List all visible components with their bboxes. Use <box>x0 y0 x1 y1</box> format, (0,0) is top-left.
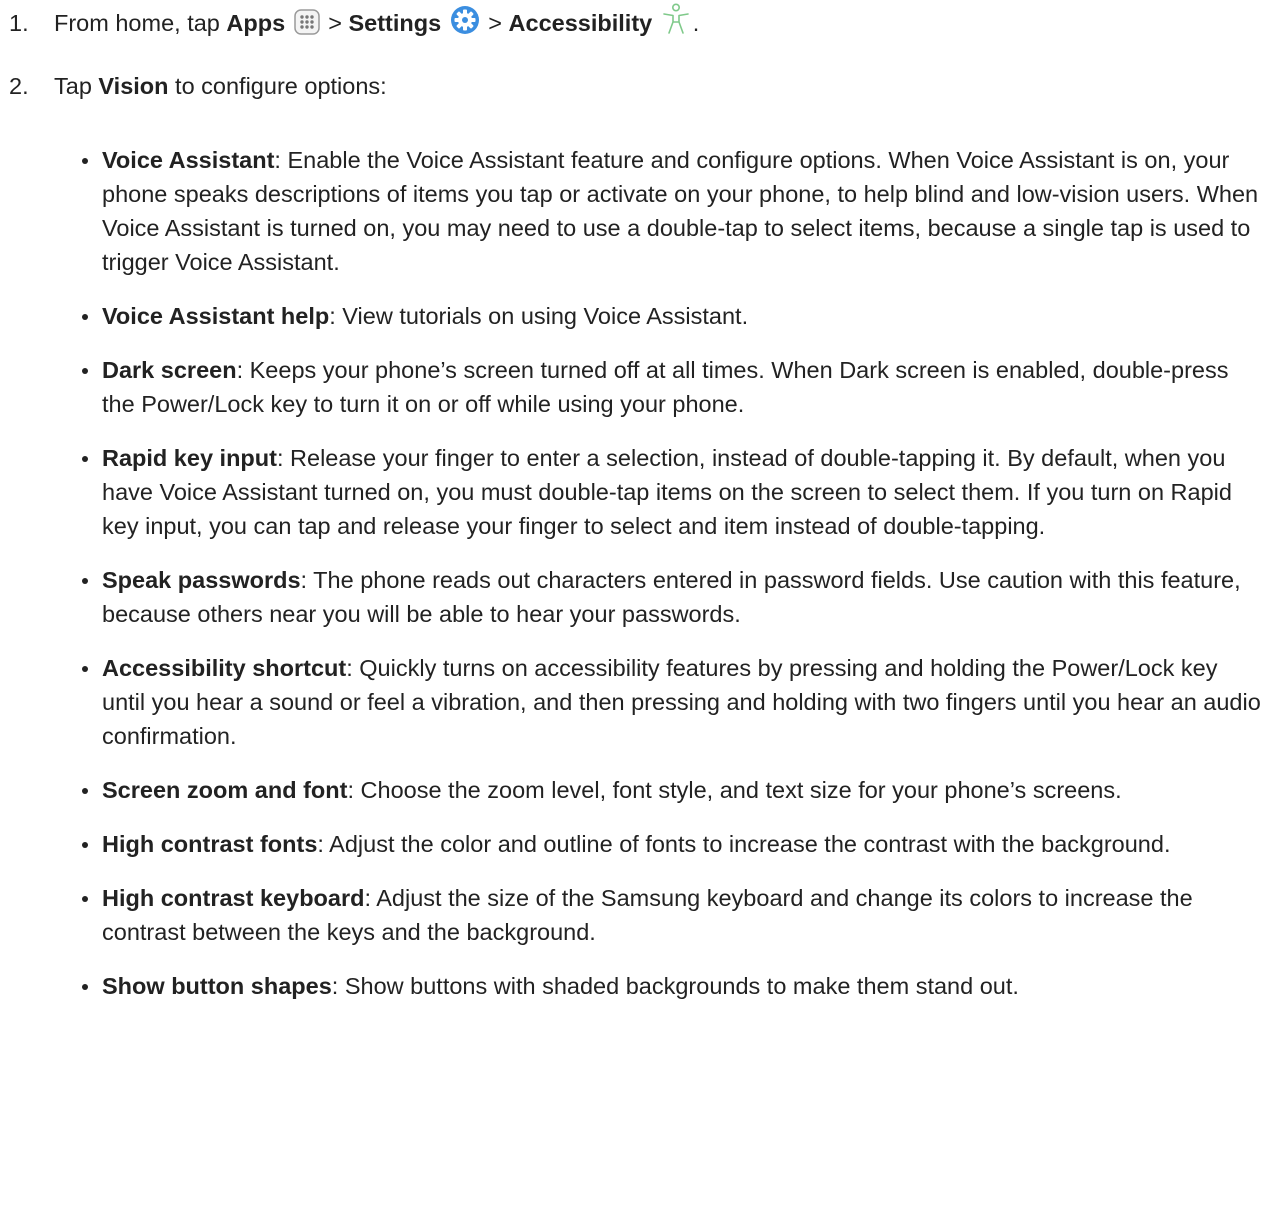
accessibility-label: Accessibility <box>508 10 653 36</box>
option-term: Show button shapes <box>102 973 332 999</box>
list-item: High contrast fonts: Adjust the color an… <box>76 827 1261 861</box>
option-term: Screen zoom and font <box>102 777 348 803</box>
vision-options-list: Voice Assistant: Enable the Voice Assist… <box>76 143 1261 1023</box>
option-description: : Adjust the color and outline of fonts … <box>317 831 1171 857</box>
settings-label: Settings <box>348 10 442 36</box>
option-description: : Choose the zoom level, font style, and… <box>347 777 1122 803</box>
list-item: High contrast keyboard: Adjust the size … <box>76 881 1261 949</box>
step-2: 2. Tap Vision to configure options: <box>9 69 1249 103</box>
settings-gear-icon <box>450 5 480 44</box>
step-text: to configure options: <box>168 73 387 99</box>
option-term: Voice Assistant <box>102 147 275 173</box>
option-term: High contrast fonts <box>102 831 318 857</box>
apps-label: Apps <box>226 10 286 36</box>
step-text: Tap <box>54 73 99 99</box>
list-item: Screen zoom and font: Choose the zoom le… <box>76 773 1261 807</box>
step-number: 2. <box>9 73 29 99</box>
list-item: Dark screen: Keeps your phone’s screen t… <box>76 353 1261 421</box>
step-number: 1. <box>9 10 29 36</box>
vision-label: Vision <box>98 73 169 99</box>
option-description: : View tutorials on using Voice Assistan… <box>329 303 749 329</box>
list-item: Speak passwords: The phone reads out cha… <box>76 563 1261 631</box>
list-item: Accessibility shortcut: Quickly turns on… <box>76 651 1261 753</box>
list-item: Show button shapes: Show buttons with sh… <box>76 969 1261 1003</box>
separator: > <box>481 10 509 36</box>
step-text: From home, tap <box>54 10 227 36</box>
option-term: High contrast keyboard <box>102 885 365 911</box>
separator: > <box>321 10 349 36</box>
list-item: Voice Assistant: Enable the Voice Assist… <box>76 143 1261 279</box>
help-page: 1. From home, tap Apps > Settings > Acce… <box>0 0 1265 1230</box>
option-description: : Enable the Voice Assistant feature and… <box>102 147 1259 275</box>
option-term: Speak passwords <box>102 567 301 593</box>
apps-grid-icon <box>293 9 320 44</box>
option-term: Dark screen <box>102 357 237 383</box>
option-description: : Keeps your phone’s screen turned off a… <box>102 357 1229 417</box>
list-item: Rapid key input: Release your finger to … <box>76 441 1261 543</box>
option-term: Rapid key input <box>102 445 277 471</box>
accessibility-person-icon <box>661 3 691 44</box>
step-1: 1. From home, tap Apps > Settings > Acce… <box>9 3 1249 44</box>
period: . <box>692 10 700 36</box>
option-description: : Show buttons with shaded backgrounds t… <box>331 973 1019 999</box>
list-item: Voice Assistant help: View tutorials on … <box>76 299 1261 333</box>
option-term: Accessibility shortcut <box>102 655 347 681</box>
option-term: Voice Assistant help <box>102 303 330 329</box>
